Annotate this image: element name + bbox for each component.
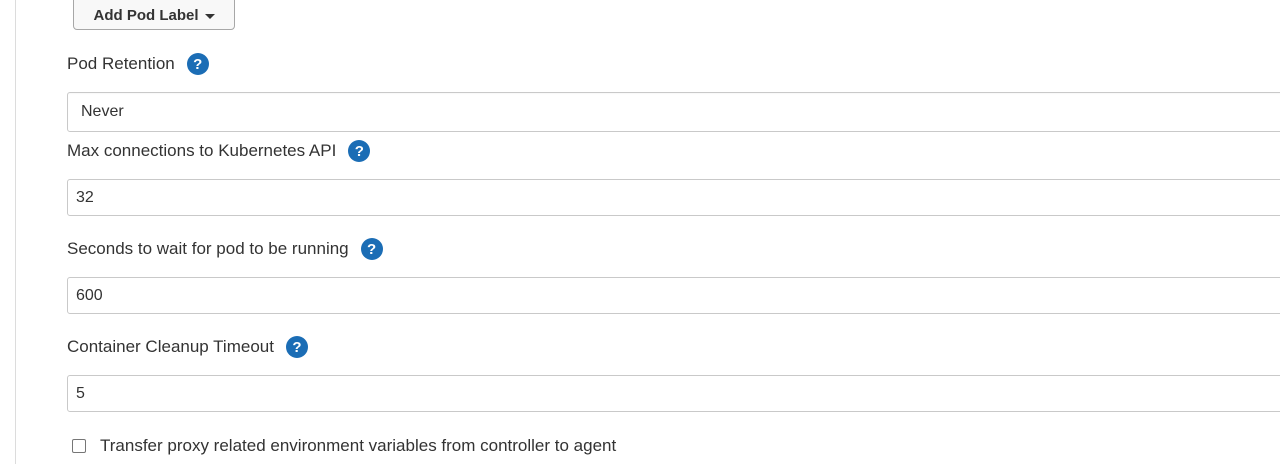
container-cleanup-value: 5 bbox=[76, 384, 85, 402]
seconds-wait-label: Seconds to wait for pod to be running ? bbox=[67, 237, 383, 261]
container-cleanup-label: Container Cleanup Timeout ? bbox=[67, 335, 308, 359]
transfer-proxy-checkbox[interactable] bbox=[72, 439, 86, 453]
caret-down-icon bbox=[204, 13, 215, 19]
help-icon[interactable]: ? bbox=[360, 238, 383, 260]
max-connections-label: Max connections to Kubernetes API ? bbox=[67, 139, 371, 163]
pod-retention-label: Pod Retention ? bbox=[67, 52, 209, 76]
seconds-wait-input[interactable]: 600 bbox=[67, 277, 1280, 314]
help-icon[interactable]: ? bbox=[348, 140, 371, 162]
max-connections-value: 32 bbox=[76, 188, 94, 206]
pod-retention-value: Never bbox=[81, 103, 124, 120]
max-connections-label-text: Max connections to Kubernetes API bbox=[67, 141, 337, 160]
seconds-wait-value: 600 bbox=[76, 286, 103, 304]
pod-retention-label-text: Pod Retention bbox=[67, 54, 175, 73]
pod-retention-select[interactable]: Never bbox=[67, 92, 1280, 132]
transfer-proxy-row[interactable]: Transfer proxy related environment varia… bbox=[72, 436, 616, 456]
pod-template-form: Add Pod Label Pod Retention ? Never Max … bbox=[0, 0, 1280, 464]
add-pod-label-button[interactable]: Add Pod Label bbox=[73, 0, 235, 30]
container-cleanup-input[interactable]: 5 bbox=[67, 375, 1280, 412]
transfer-proxy-label: Transfer proxy related environment varia… bbox=[100, 436, 617, 455]
help-icon[interactable]: ? bbox=[186, 53, 209, 75]
help-icon[interactable]: ? bbox=[285, 336, 308, 358]
seconds-wait-label-text: Seconds to wait for pod to be running bbox=[67, 239, 349, 258]
max-connections-input[interactable]: 32 bbox=[67, 179, 1280, 216]
container-cleanup-label-text: Container Cleanup Timeout bbox=[67, 337, 274, 356]
section-left-border bbox=[15, 0, 16, 464]
add-pod-label-text: Add Pod Label bbox=[93, 6, 199, 24]
